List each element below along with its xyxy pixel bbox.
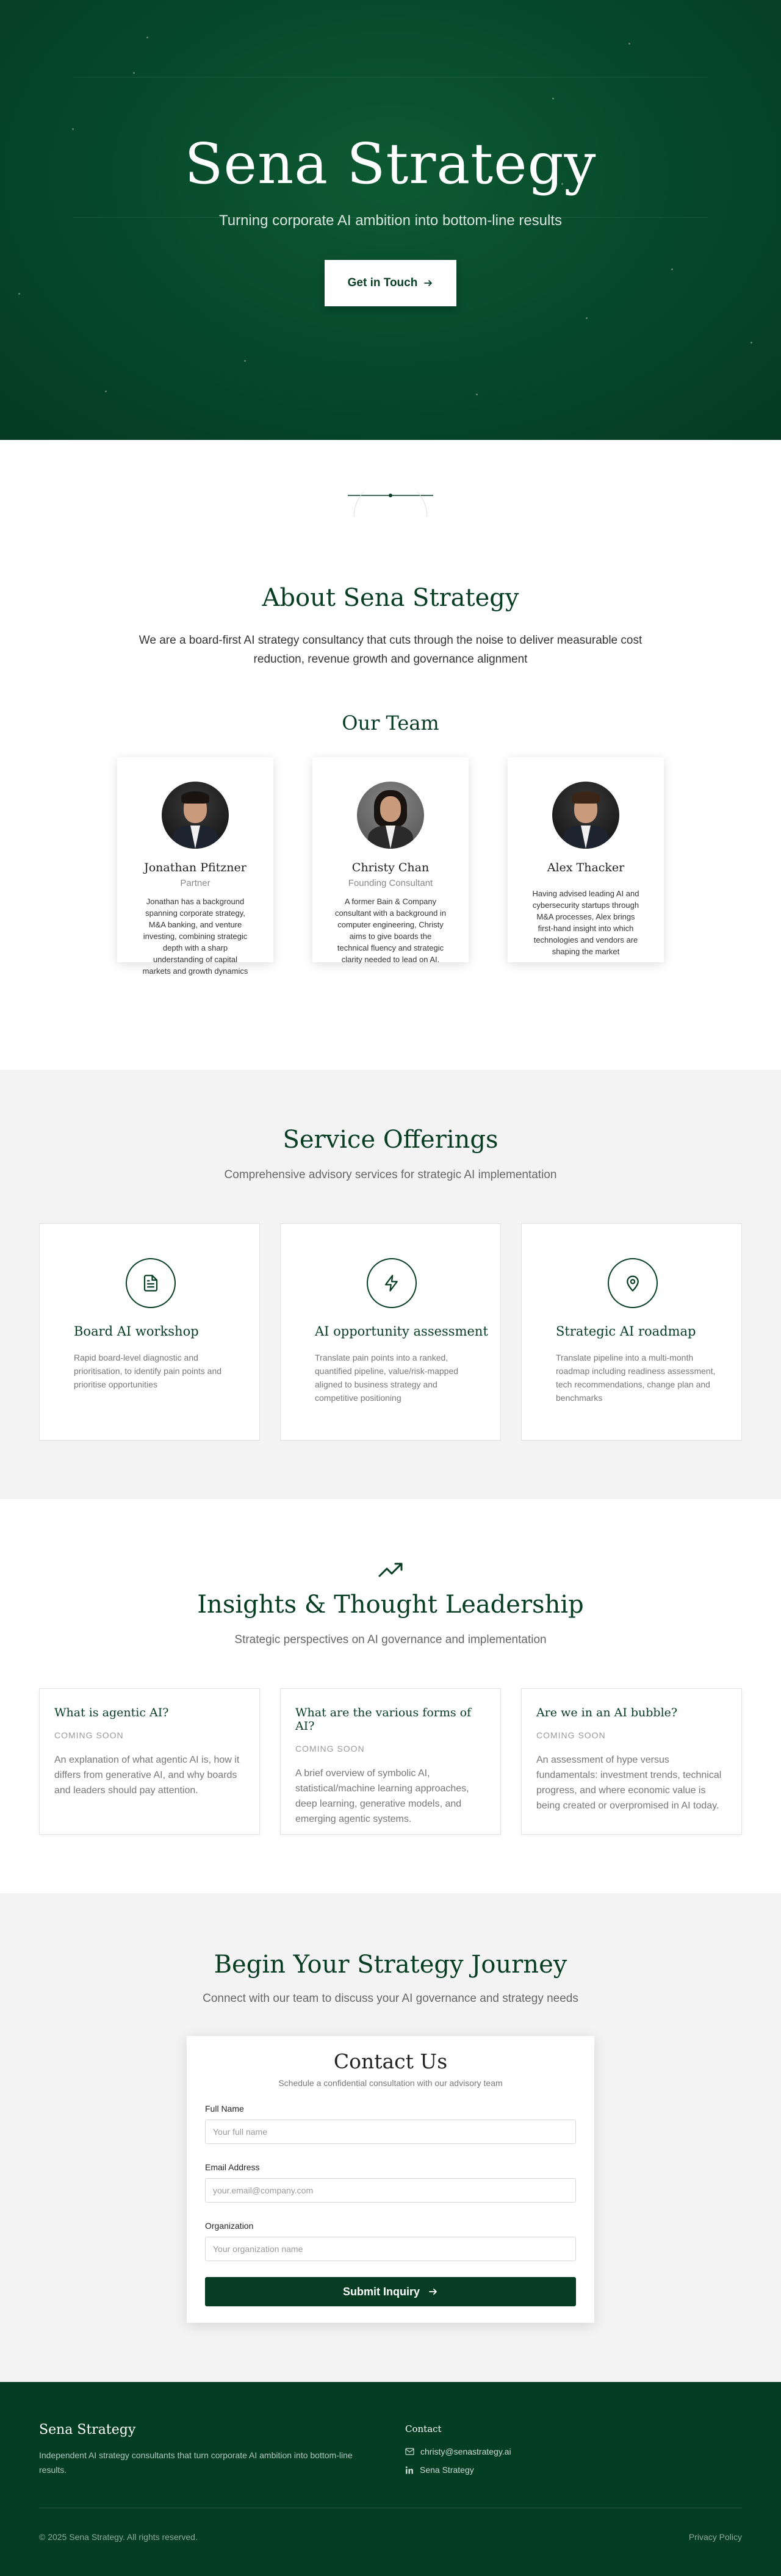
document-icon (143, 1275, 158, 1292)
footer-linkedin: Sena Strategy (420, 2465, 474, 2475)
services-section: Service Offerings Comprehensive advisory… (0, 1070, 781, 1499)
about-section: About Sena Strategy We are a board-first… (0, 440, 781, 1070)
team-card: Christy Chan Founding Consultant A forme… (312, 757, 469, 964)
insights-title: Insights & Thought Leadership (197, 1591, 584, 1619)
about-title: About Sena Strategy (262, 584, 519, 612)
footer-linkedin-link[interactable]: Sena Strategy (405, 2465, 474, 2475)
hero-decor-dot (586, 317, 588, 319)
contact-section: Begin Your Strategy Journey Connect with… (0, 1893, 781, 2382)
linkedin-icon (405, 2466, 413, 2473)
insight-description: A brief overview of symbolic AI, statist… (295, 1768, 469, 1824)
service-name: AI opportunity assessment (315, 1324, 488, 1339)
hero-decor-dot (671, 268, 673, 270)
hero-decor-dot (133, 72, 135, 74)
service-icon-circle (126, 1258, 176, 1308)
about-description: We are a board-first AI strategy consult… (139, 634, 642, 666)
hero-decor-dot (476, 394, 478, 395)
hero-title: Sena Strategy (184, 131, 597, 196)
service-name: Board AI workshop (74, 1324, 199, 1339)
team-card: Alex Thacker Having advised leading AI a… (508, 757, 664, 962)
team-member-role: Founding Consultant (348, 878, 433, 888)
service-description: Rapid board-level diagnostic and priorit… (74, 1353, 222, 1389)
footer-contact-heading: Contact (405, 2423, 442, 2434)
service-icon-circle (608, 1258, 658, 1308)
contact-form-subtitle: Schedule a confidential consultation wit… (278, 2078, 503, 2088)
footer-copyright: © 2025 Sena Strategy. All rights reserve… (39, 2532, 198, 2542)
trending-up-icon (378, 1563, 403, 1577)
hero-decor-dot (18, 293, 20, 295)
arrow-right-icon (424, 280, 433, 286)
insight-status: COMING SOON (536, 1730, 606, 1740)
hero-decor-dot (628, 43, 630, 45)
insights-section: Insights & Thought Leadership Strategic … (0, 1499, 781, 1893)
service-icon-circle (367, 1258, 417, 1308)
contact-form-title: Contact Us (333, 2049, 448, 2073)
service-card: AI opportunity assessment Translate pain… (280, 1223, 501, 1441)
team-member-name: Christy Chan (351, 861, 430, 874)
hero-tagline: Turning corporate AI ambition into botto… (218, 212, 563, 229)
team-member-name: Jonathan Pfitzner (144, 861, 247, 874)
footer-email-link[interactable]: christy@senastrategy.ai (405, 2447, 511, 2456)
ornament-divider-icon (348, 492, 433, 517)
insight-card[interactable]: What is agentic AI? COMING SOON An expla… (39, 1688, 260, 1835)
hero-decor-dot (244, 360, 246, 362)
contact-title: Begin Your Strategy Journey (214, 1951, 567, 1979)
team-member-bio: Having advised leading AI and cybersecur… (532, 889, 639, 956)
insights-subtitle: Strategic perspectives on AI governance … (234, 1633, 547, 1646)
arrow-right-icon (429, 2289, 437, 2295)
contact-form: Contact Us Schedule a confidential consu… (187, 2036, 594, 2323)
hero-decor-dot (552, 98, 554, 99)
team-member-role: Partner (180, 878, 211, 888)
service-name: Strategic AI roadmap (556, 1324, 696, 1339)
avatar (552, 782, 619, 849)
insight-status: COMING SOON (295, 1744, 365, 1754)
footer-brand-description: Independent AI strategy consultants that… (39, 2450, 353, 2475)
team-title: Our Team (342, 711, 439, 735)
get-in-touch-button[interactable]: Get in Touch (325, 260, 456, 306)
submit-inquiry-label: Submit Inquiry (343, 2285, 420, 2298)
contact-subtitle: Connect with our team to discuss your AI… (203, 1992, 578, 2005)
hero-section: Sena Strategy Turning corporate AI ambit… (0, 0, 781, 440)
email-input[interactable] (205, 2178, 576, 2203)
insight-title: Are we in an AI bubble? (536, 1706, 678, 1719)
insight-description: An assessment of hype versus fundamental… (536, 1755, 722, 1811)
insight-title: What are the various forms of AI? (295, 1706, 472, 1733)
avatar (357, 782, 424, 849)
insight-description: An explanation of what agentic AI is, ho… (54, 1755, 240, 1796)
full-name-label: Full Name (205, 2104, 244, 2114)
insight-status: COMING SOON (54, 1730, 124, 1740)
team-member-bio: Jonathan has a background spanning corpo… (142, 897, 248, 976)
service-card: Board AI workshop Rapid board-level diag… (39, 1223, 260, 1441)
hero-decor-dot (72, 128, 74, 130)
services-title: Service Offerings (283, 1126, 498, 1154)
privacy-policy-link[interactable]: Privacy Policy (689, 2532, 742, 2542)
email-label: Email Address (205, 2162, 260, 2172)
avatar (162, 782, 229, 849)
submit-inquiry-button[interactable]: Submit Inquiry (205, 2277, 576, 2306)
insight-card[interactable]: Are we in an AI bubble? COMING SOON An a… (521, 1688, 742, 1835)
map-pin-icon (627, 1275, 639, 1292)
mail-icon (405, 2448, 414, 2455)
service-description: Translate pipeline into a multi-month ro… (556, 1353, 716, 1403)
hero-decor-dot (750, 342, 752, 344)
hero-decor-dot (146, 37, 148, 38)
insight-card[interactable]: What are the various forms of AI? COMING… (280, 1688, 501, 1835)
team-card: Jonathan Pfitzner Partner Jonathan has a… (117, 757, 273, 976)
get-in-touch-label: Get in Touch (347, 276, 418, 289)
insight-title: What is agentic AI? (54, 1706, 169, 1719)
lightning-icon (384, 1275, 398, 1292)
service-card: Strategic AI roadmap Translate pipeline … (521, 1223, 742, 1441)
hero-decor-dot (105, 390, 107, 392)
team-member-bio: A former Bain & Company consultant with … (334, 897, 447, 964)
organization-input[interactable] (205, 2237, 576, 2261)
organization-label: Organization (205, 2221, 254, 2231)
footer-brand: Sena Strategy (39, 2422, 136, 2437)
service-description: Translate pain points into a ranked, qua… (315, 1353, 459, 1403)
services-subtitle: Comprehensive advisory services for stra… (224, 1168, 557, 1181)
footer-email: christy@senastrategy.ai (420, 2447, 511, 2456)
team-member-name: Alex Thacker (547, 861, 625, 874)
footer: Sena Strategy Independent AI strategy co… (0, 2382, 781, 2576)
full-name-input[interactable] (205, 2120, 576, 2144)
